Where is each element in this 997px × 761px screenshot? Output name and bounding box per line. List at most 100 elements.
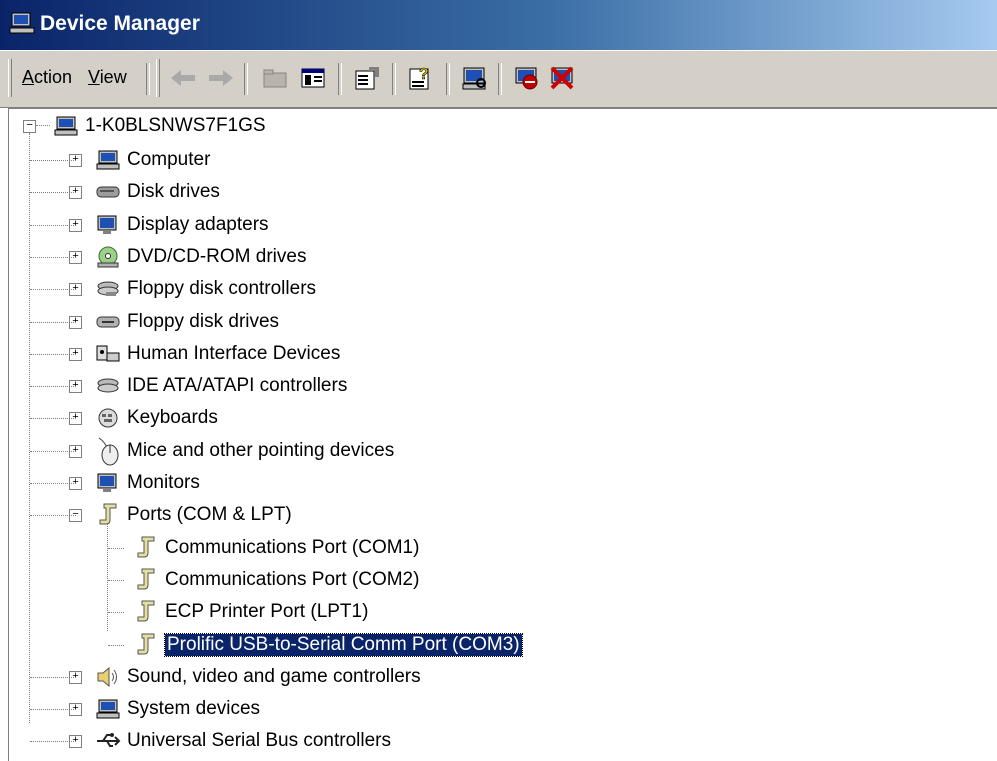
tree-category[interactable]: DVD/CD-ROM drives <box>95 242 306 272</box>
tree-connector <box>30 515 76 517</box>
computer-manage-icon <box>9 12 35 34</box>
tree-connector <box>30 450 76 452</box>
tree-device[interactable]: Communications Port (COM1) <box>133 533 419 563</box>
system-devices-icon <box>95 696 121 722</box>
tree-category[interactable]: System devices <box>95 694 260 724</box>
properties-icon[interactable] <box>350 61 384 95</box>
tree-category-label: Floppy disk controllers <box>127 278 317 300</box>
tree-connector <box>30 741 76 743</box>
tree-connector <box>30 224 76 226</box>
speaker-icon <box>95 664 121 690</box>
forward-arrow-icon[interactable] <box>204 61 238 95</box>
tree-category[interactable]: Monitors <box>95 468 200 498</box>
window-title: Device Manager <box>40 12 200 35</box>
monitor-icon <box>95 470 121 496</box>
tree-category-label: Human Interface Devices <box>127 342 341 364</box>
toolbar-separator <box>498 63 502 95</box>
tree-category-label: Monitors <box>127 472 200 493</box>
computer-icon <box>95 147 121 173</box>
tree-category-label: Floppy disk drives <box>127 310 280 332</box>
tree-connector <box>30 386 76 388</box>
tree-category[interactable]: Computer <box>95 145 210 175</box>
back-arrow-icon[interactable] <box>166 61 200 95</box>
toolbar-separator <box>338 63 342 95</box>
svg-text:?: ? <box>419 66 429 83</box>
collapse-toggle[interactable]: − <box>23 120 36 133</box>
tree-category[interactable]: Sound, video and game controllers <box>95 662 421 692</box>
toolbar-grip[interactable] <box>8 59 12 97</box>
tree-category[interactable]: Floppy disk drives <box>95 307 279 337</box>
usb-icon <box>95 728 121 754</box>
tree-connector <box>30 483 76 484</box>
tree-root-label: 1-K0BLSNWS7F1GS <box>85 115 266 136</box>
tree-connector <box>30 709 76 711</box>
tree-connector <box>108 644 124 646</box>
toolbar-grip[interactable] <box>156 59 160 97</box>
display-adapter-icon <box>95 212 121 238</box>
tree-category[interactable]: Disk drives <box>95 177 220 207</box>
uninstall-device-icon[interactable] <box>546 61 580 95</box>
tree-root[interactable]: 1-K0BLSNWS7F1GS <box>53 111 266 141</box>
tree-category-label: Keyboards <box>127 407 218 429</box>
tree-category[interactable]: Ports (COM & LPT) <box>95 500 292 530</box>
show-hide-tree-icon[interactable] <box>296 61 330 95</box>
tree-connector <box>30 321 76 323</box>
tree-category-label: Computer <box>127 149 211 170</box>
controller-icon <box>95 276 121 302</box>
toolbar: Action View ? <box>0 50 997 108</box>
device-tree[interactable]: − 1-K0BLSNWS7F1GS + Computer + Disk drives +… <box>8 108 997 761</box>
tree-category-label: Disk drives <box>127 181 220 203</box>
tree-category-label: IDE ATA/ATAPI controllers <box>127 375 348 397</box>
help-icon[interactable]: ? <box>404 61 438 95</box>
disable-device-icon[interactable] <box>510 61 544 95</box>
tree-device[interactable]: Prolific USB-to-Serial Comm Port (COM3) <box>133 630 523 660</box>
menu-view[interactable]: View <box>88 67 127 88</box>
tree-connector <box>30 418 76 420</box>
tree-connector <box>108 612 124 614</box>
tree-connector <box>30 353 76 355</box>
toolbar-separator <box>146 63 150 95</box>
keyboard-icon <box>95 405 121 431</box>
tree-category[interactable]: IDE ATA/ATAPI controllers <box>95 371 347 401</box>
tree-category[interactable]: Floppy disk controllers <box>95 274 316 304</box>
tree-connector <box>107 521 108 631</box>
tree-category[interactable]: Mice and other pointing devices <box>95 436 394 466</box>
tree-connector <box>108 547 124 549</box>
tree-connector <box>29 133 30 723</box>
tree-category-label: Display adapters <box>127 213 269 235</box>
tree-device[interactable]: ECP Printer Port (LPT1) <box>133 597 368 627</box>
port-icon <box>133 567 159 593</box>
computer-icon <box>53 113 79 139</box>
scan-hardware-icon[interactable] <box>458 61 492 95</box>
port-icon <box>133 632 159 658</box>
tree-category-label: System devices <box>127 698 261 720</box>
ide-controller-icon <box>95 373 121 399</box>
tree-device-label: Communications Port (COM2) <box>165 568 420 590</box>
tree-device-label: ECP Printer Port (LPT1) <box>165 601 369 623</box>
cdrom-icon <box>95 244 121 270</box>
port-icon <box>133 599 159 625</box>
up-folder-icon[interactable] <box>258 61 292 95</box>
disk-drive-icon <box>95 179 121 205</box>
toolbar-separator <box>392 63 396 95</box>
tree-device-label: Prolific USB-to-Serial Comm Port (COM3) <box>164 632 523 657</box>
tree-category-label: Ports (COM & LPT) <box>127 504 292 526</box>
tree-connector <box>30 192 76 194</box>
tree-connector <box>30 676 76 678</box>
tree-category[interactable]: Keyboards <box>95 403 218 433</box>
port-icon <box>95 502 121 528</box>
title-bar: Device Manager <box>0 0 997 50</box>
tree-category-label: DVD/CD-ROM drives <box>127 245 307 267</box>
toolbar-separator <box>446 63 450 95</box>
tree-category-label: Mice and other pointing devices <box>127 439 395 461</box>
tree-connector <box>30 256 76 258</box>
toolbar-separator <box>244 63 248 95</box>
tree-connector <box>108 579 124 581</box>
tree-category[interactable]: Universal Serial Bus controllers <box>95 726 391 756</box>
menu-action[interactable]: Action <box>22 67 72 88</box>
tree-category-label: Sound, video and game controllers <box>127 665 421 687</box>
tree-connector <box>30 160 76 161</box>
tree-device[interactable]: Communications Port (COM2) <box>133 565 419 595</box>
tree-category[interactable]: Human Interface Devices <box>95 339 340 369</box>
tree-category[interactable]: Display adapters <box>95 210 269 240</box>
